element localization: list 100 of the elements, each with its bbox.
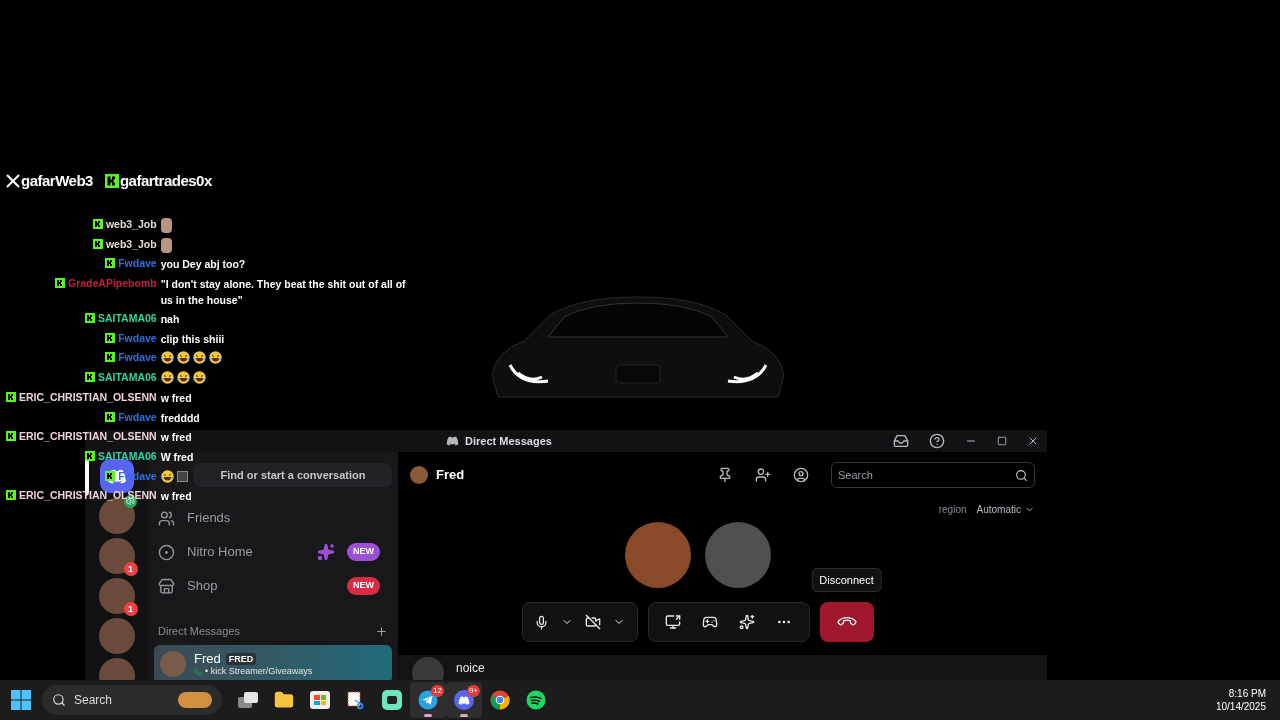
kick-logo-icon	[105, 470, 116, 481]
server-avatar[interactable]: 1	[98, 538, 135, 574]
snipping-tool-icon[interactable]	[346, 690, 366, 710]
shop-icon	[158, 577, 175, 595]
chat-message: w fred	[160, 430, 192, 446]
kick-logo-icon	[105, 332, 116, 343]
laughing-emoji-icon	[160, 371, 174, 385]
chat-username: Fwdave	[118, 258, 157, 269]
conversation-search-field[interactable]: Find or start a conversation	[194, 463, 392, 487]
nav-item[interactable]: Nitro Home NEW	[154, 535, 392, 569]
microphone-icon[interactable]	[534, 614, 550, 630]
laughing-emoji-icon	[208, 351, 222, 365]
chat-username: web3_Job	[105, 219, 157, 229]
search-icon	[1015, 468, 1028, 482]
chat-message: "I don't stay alone. They beat the shit out of all of us in the house"	[160, 277, 407, 308]
dm-status: • kick Streamer/Giveaways	[205, 666, 313, 677]
task-view-icon[interactable]	[238, 692, 258, 708]
notification-badge: 1	[123, 562, 138, 576]
social-handle: gafartrades0x	[119, 170, 212, 191]
kick-logo-icon	[105, 411, 116, 422]
chat-username: ERIC_CHRISTIAN_OLSENN	[19, 391, 157, 402]
chat-username: Fwdave	[118, 352, 157, 363]
face-emote-icon	[160, 218, 172, 233]
spotify-icon[interactable]	[526, 690, 546, 710]
section-header: Direct Messages	[158, 623, 240, 639]
chat-message: fredddd	[160, 410, 200, 426]
laughing-emoji-icon	[176, 371, 190, 385]
notification-badge: 12	[431, 685, 444, 697]
image-emote-icon	[176, 470, 188, 482]
new-badge: NEW	[347, 543, 380, 561]
soundboard-icon[interactable]	[739, 614, 755, 630]
kick-logo-icon	[105, 258, 116, 269]
chat-username: ERIC_CHRISTIAN_OLSENN	[19, 431, 157, 442]
chat-message: W fred	[160, 449, 194, 465]
search-icon	[52, 693, 66, 707]
user-avatar	[410, 466, 428, 484]
notification-badge: 9+	[466, 685, 480, 697]
dm-name: Fred	[194, 651, 221, 666]
kick-logo-icon	[55, 278, 65, 289]
inbox-icon[interactable]	[893, 433, 909, 449]
notification-badge: 1	[123, 602, 138, 616]
search-field[interactable]: Search	[831, 462, 1035, 488]
camera-off-icon[interactable]	[584, 614, 601, 630]
laughing-emoji-icon	[160, 351, 174, 365]
clock-time: 8:16 PM	[1228, 687, 1266, 700]
taskbar-search-field[interactable]: Search	[42, 685, 222, 715]
chat-username: GradeAPipebomb	[68, 278, 157, 289]
chat-username: Fwdave	[118, 332, 157, 343]
profile-icon[interactable]	[793, 467, 809, 483]
phone-icon	[194, 667, 202, 676]
server-avatar[interactable]: 1	[98, 578, 135, 614]
new-badge: NEW	[347, 577, 380, 595]
region-label: region	[938, 502, 967, 517]
windows-start-icon[interactable]	[10, 689, 32, 711]
friends-icon	[158, 509, 175, 527]
nav-item[interactable]: Shop NEW	[154, 569, 392, 603]
laughing-emoji-icon	[192, 351, 206, 365]
user-avatar	[160, 651, 186, 677]
kick-logo-icon	[6, 490, 16, 501]
laughing-emoji-icon	[192, 371, 206, 385]
taskbar-item[interactable]: 9+	[446, 682, 482, 718]
kick-logo-icon	[6, 431, 16, 442]
region-dropdown[interactable]: Automatic	[976, 501, 1035, 517]
chat-username: web3_Job	[105, 238, 157, 249]
active-indicator	[424, 714, 432, 717]
chat-username: SAITAMA06	[97, 372, 157, 383]
help-icon[interactable]	[929, 433, 945, 449]
kick-logo-icon	[84, 372, 95, 383]
pin-icon[interactable]	[717, 467, 733, 483]
pie-icon	[178, 692, 212, 708]
chat-username: Fwdave	[118, 411, 157, 422]
nav-label: Nitro Home	[187, 543, 254, 562]
dm-item[interactable]: Fred FRED • kick Streamer/Giveaways	[154, 645, 392, 680]
discord-logo-icon	[446, 436, 460, 446]
add-icon[interactable]	[375, 624, 388, 638]
disconnect-button[interactable]	[819, 602, 874, 642]
kick-logo-icon	[105, 352, 116, 363]
folder-icon[interactable]	[274, 690, 294, 710]
kick-logo-icon	[6, 391, 16, 402]
message-text: noice	[456, 659, 485, 677]
guild-tag: FRED	[225, 652, 257, 665]
gamepad-icon[interactable]	[702, 614, 718, 630]
chat-username: SAITAMA06	[97, 313, 157, 324]
nav-label: Friends	[187, 509, 232, 528]
screen-share-icon[interactable]	[665, 614, 681, 630]
chrome-icon[interactable]	[490, 690, 510, 710]
close-icon[interactable]	[1027, 435, 1039, 447]
x-logo-icon	[6, 174, 20, 188]
app-icon[interactable]	[382, 690, 402, 710]
nitro-icon	[158, 543, 175, 561]
active-indicator	[460, 714, 468, 717]
kick-logo-icon	[92, 238, 103, 249]
laughing-emoji-icon	[160, 469, 174, 483]
kick-logo-icon	[92, 219, 103, 229]
add-friend-icon[interactable]	[755, 467, 771, 483]
kick-logo-icon	[104, 174, 119, 188]
maximize-icon[interactable]	[997, 436, 1007, 446]
nav-label: Shop	[187, 577, 219, 596]
taskbar-item[interactable]: 12	[410, 682, 446, 718]
user-avatar	[412, 656, 444, 680]
